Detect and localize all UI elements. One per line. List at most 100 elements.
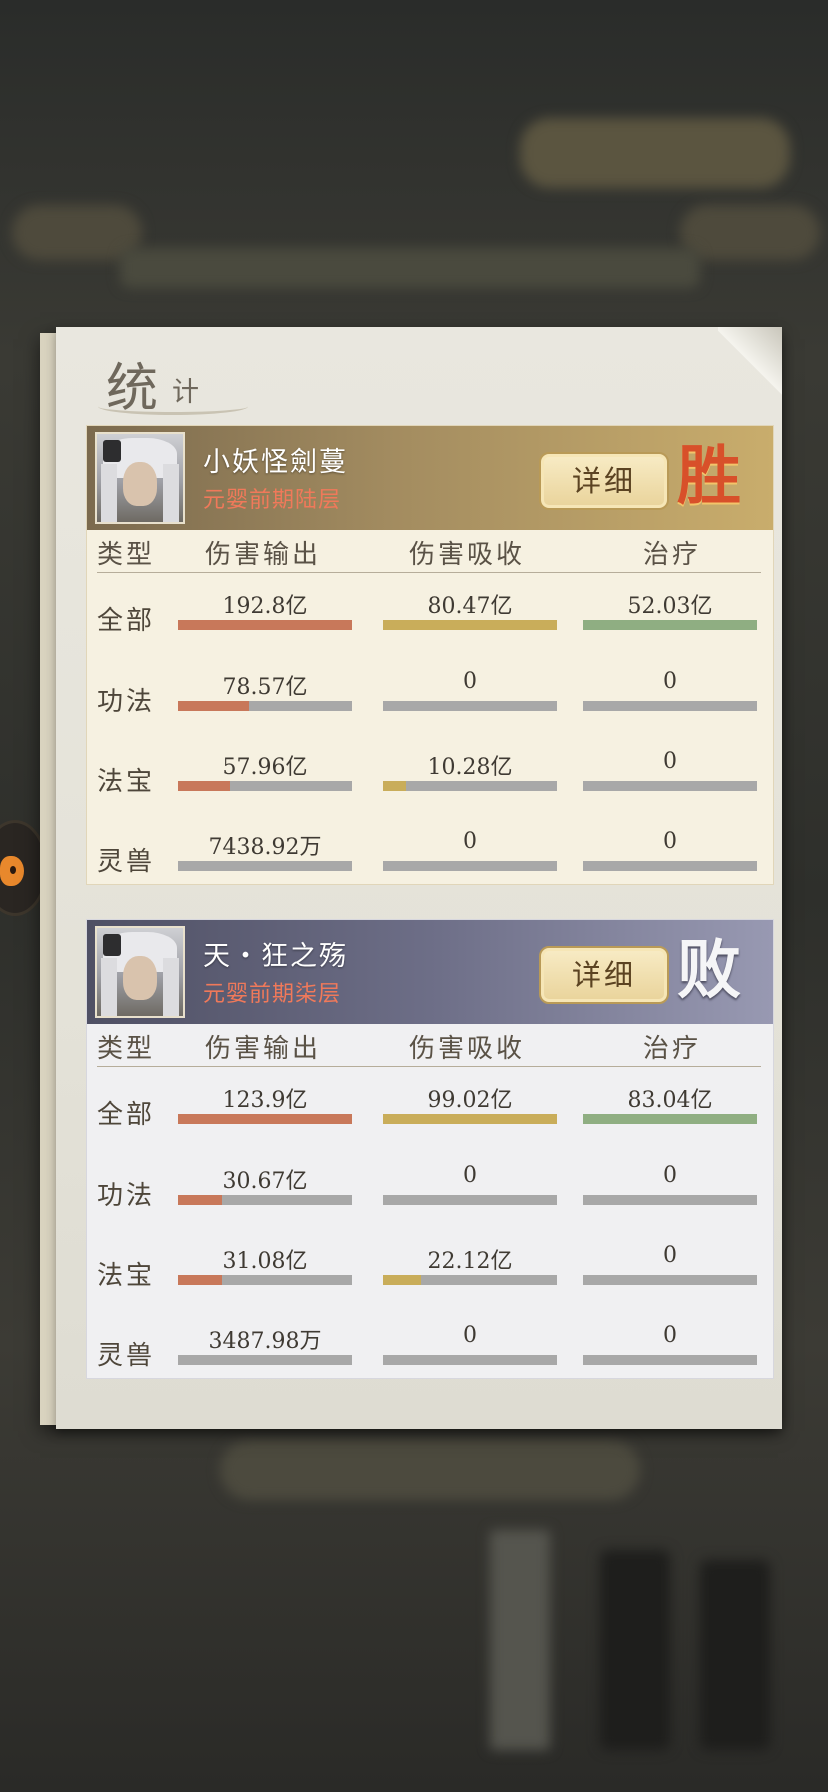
stat-value: 0 xyxy=(663,1323,677,1348)
stat-bar xyxy=(383,701,557,711)
stat-bar-fill xyxy=(383,1114,557,1124)
player-stats-card: 天・狂之殇 元婴前期柒层 详细 败 类型 伤害输出 伤害吸收 治疗 全部 123.… xyxy=(86,919,774,1379)
stat-value: 0 xyxy=(663,669,677,694)
stat-bar xyxy=(583,1275,757,1285)
stat-value: 0 xyxy=(463,1323,477,1348)
player-name: 天・狂之殇 xyxy=(203,941,348,972)
player-name: 小妖怪劍蔓 xyxy=(203,447,348,478)
stat-bar xyxy=(178,1114,352,1124)
background-figure xyxy=(700,1560,770,1750)
column-header-heal: 治疗 xyxy=(643,1034,702,1064)
stat-bar xyxy=(383,1195,557,1205)
stat-bar-fill xyxy=(178,620,352,630)
stat-bar-fill xyxy=(383,620,557,630)
stat-value: 0 xyxy=(663,749,677,774)
column-header-heal: 治疗 xyxy=(643,540,702,570)
stat-value: 10.28亿 xyxy=(427,755,513,780)
stat-bar xyxy=(178,1275,352,1285)
stat-value: 0 xyxy=(663,1243,677,1268)
stat-bar-fill xyxy=(583,1114,757,1124)
stat-bar xyxy=(583,1114,757,1124)
stat-value: 83.04亿 xyxy=(627,1088,713,1113)
stat-bar-fill xyxy=(178,1114,352,1124)
column-header-type: 类型 xyxy=(97,1034,156,1064)
background-pill-right xyxy=(680,205,820,260)
column-header-absorb: 伤害吸收 xyxy=(409,540,526,570)
stat-bar-fill xyxy=(383,1275,422,1285)
background-banner xyxy=(520,118,790,188)
stat-value: 0 xyxy=(663,829,677,854)
column-header-damage: 伤害输出 xyxy=(205,540,322,570)
row-label: 全部 xyxy=(97,1100,156,1130)
stat-bar xyxy=(583,861,757,871)
stat-value: 22.12亿 xyxy=(427,1249,513,1274)
stat-bar-fill xyxy=(178,701,250,711)
row-label: 法宝 xyxy=(97,767,156,797)
stat-value: 0 xyxy=(463,669,477,694)
stat-bar xyxy=(583,1355,757,1365)
background-hanging-scroll xyxy=(490,1530,550,1750)
row-label: 灵兽 xyxy=(97,847,156,877)
stat-bar xyxy=(178,861,352,871)
row-label: 灵兽 xyxy=(97,1341,156,1371)
stat-bar xyxy=(178,1355,352,1365)
background-row xyxy=(120,248,700,288)
row-label: 功法 xyxy=(97,687,156,717)
background-bottom-panel xyxy=(220,1440,640,1500)
stat-bar xyxy=(383,1114,557,1124)
stat-value: 192.8亿 xyxy=(222,594,308,619)
row-label: 全部 xyxy=(97,606,156,636)
stat-bar xyxy=(178,701,352,711)
stat-bar xyxy=(383,620,557,630)
stat-bar-fill xyxy=(178,1195,222,1205)
detail-button[interactable]: 详细 xyxy=(539,946,669,1004)
stat-bar-fill xyxy=(583,620,757,630)
stat-bar xyxy=(383,781,557,791)
stat-bar-fill xyxy=(178,781,231,791)
stat-value: 30.67亿 xyxy=(222,1169,308,1194)
stat-value: 31.08亿 xyxy=(222,1249,308,1274)
player-rank: 元婴前期柒层 xyxy=(203,982,342,1007)
stat-bar xyxy=(383,861,557,871)
player-stats-card: 小妖怪劍蔓 元婴前期陆层 详细 胜 类型 伤害输出 伤害吸收 治疗 全部 192.… xyxy=(86,425,774,885)
stat-bar-fill xyxy=(178,1275,222,1285)
stat-value: 52.03亿 xyxy=(627,594,713,619)
stat-bar xyxy=(583,781,757,791)
stat-bar xyxy=(583,1195,757,1205)
stat-bar xyxy=(583,620,757,630)
stat-bar-fill xyxy=(383,781,406,791)
battle-result: 败 xyxy=(677,933,741,1008)
stat-value: 7438.92万 xyxy=(208,835,322,860)
column-header-absorb: 伤害吸收 xyxy=(409,1034,526,1064)
stat-bar xyxy=(583,701,757,711)
header-divider xyxy=(97,1066,761,1067)
column-header-damage: 伤害输出 xyxy=(205,1034,322,1064)
pet-eye xyxy=(10,866,16,874)
stat-bar xyxy=(178,781,352,791)
stat-value: 78.57亿 xyxy=(222,675,308,700)
page-curl xyxy=(718,327,782,397)
stat-value: 0 xyxy=(463,829,477,854)
cloud-ornament xyxy=(98,398,248,415)
header-divider xyxy=(97,572,761,573)
row-label: 法宝 xyxy=(97,1261,156,1291)
battle-result: 胜 xyxy=(677,439,741,514)
stat-bar xyxy=(383,1355,557,1365)
player-header: 天・狂之殇 元婴前期柒层 详细 败 xyxy=(87,920,773,1024)
stat-bar xyxy=(178,620,352,630)
stat-value: 3487.98万 xyxy=(208,1329,322,1354)
row-label: 功法 xyxy=(97,1181,156,1211)
player-avatar xyxy=(95,926,185,1018)
stat-value: 0 xyxy=(463,1163,477,1188)
player-rank: 元婴前期陆层 xyxy=(203,488,342,513)
stat-value: 57.96亿 xyxy=(222,755,308,780)
column-header-type: 类型 xyxy=(97,540,156,570)
detail-button[interactable]: 详细 xyxy=(539,452,669,510)
stat-value: 0 xyxy=(663,1163,677,1188)
player-avatar xyxy=(95,432,185,524)
background-figure xyxy=(600,1550,670,1750)
stat-value: 80.47亿 xyxy=(427,594,513,619)
stat-value: 99.02亿 xyxy=(427,1088,513,1113)
stat-value: 123.9亿 xyxy=(222,1088,308,1113)
player-header: 小妖怪劍蔓 元婴前期陆层 详细 胜 xyxy=(87,426,773,530)
